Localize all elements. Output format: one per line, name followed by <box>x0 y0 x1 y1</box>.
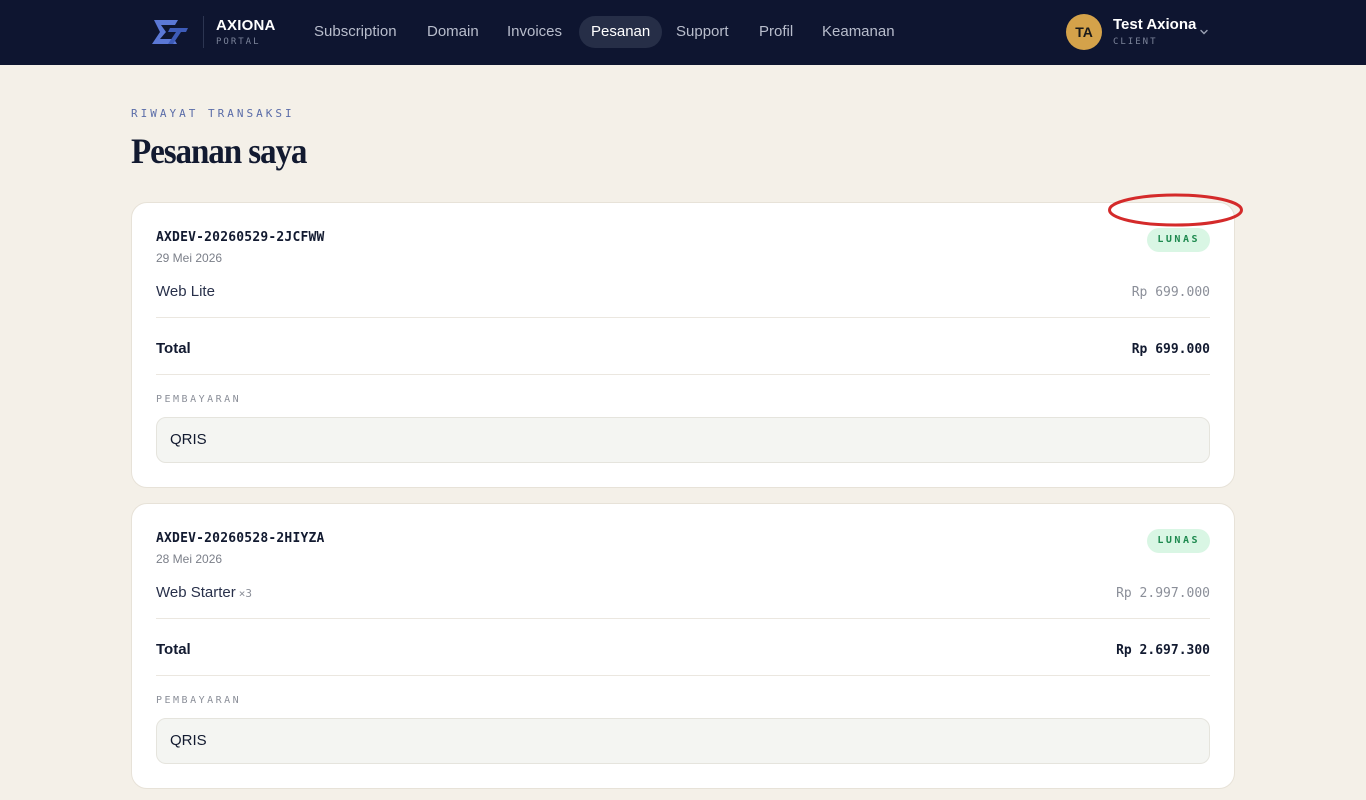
nav-item-profil[interactable]: Profil <box>747 16 805 48</box>
order-date: 29 Mei 2026 <box>156 251 223 265</box>
nav-item-keamanan[interactable]: Keamanan <box>810 16 907 48</box>
brand-divider <box>203 16 204 48</box>
order-id: AXDEV-20260528-2HIYZA <box>156 531 325 546</box>
user-role: CLIENT <box>1113 37 1158 47</box>
status-badge: LUNAS <box>1147 529 1210 553</box>
payment-method: QRIS <box>156 417 1210 463</box>
payment-method: QRIS <box>156 718 1210 764</box>
divider <box>156 374 1210 375</box>
nav-item-support[interactable]: Support <box>664 16 741 48</box>
page-title: Pesanan saya <box>131 131 307 171</box>
brand-name[interactable]: AXIONA <box>216 17 276 34</box>
order-item-price: Rp 2.997.000 <box>1116 586 1210 601</box>
order-id: AXDEV-20260529-2JCFWW <box>156 230 325 245</box>
order-item-name: Web Lite <box>156 283 215 300</box>
top-navbar: AXIONA PORTAL Subscription Domain Invoic… <box>0 0 1366 65</box>
order-date: 28 Mei 2026 <box>156 552 223 566</box>
nav-item-subscription[interactable]: Subscription <box>302 16 409 48</box>
divider <box>156 317 1210 318</box>
brand-subtitle: PORTAL <box>216 37 261 47</box>
total-value: Rp 2.697.300 <box>1116 643 1210 658</box>
order-item-name: Web Starter ×3 <box>156 584 252 601</box>
total-label: Total <box>156 641 191 658</box>
order-item-label: Web Lite <box>156 283 215 300</box>
total-value: Rp 699.000 <box>1131 342 1210 357</box>
payment-label: PEMBAYARAN <box>156 394 242 405</box>
nav-item-invoices[interactable]: Invoices <box>495 16 574 48</box>
status-badge: LUNAS <box>1147 228 1210 252</box>
nav-item-pesanan[interactable]: Pesanan <box>579 16 663 48</box>
order-card: AXDEV-20260528-2HIYZA 28 Mei 2026 LUNAS … <box>131 503 1235 789</box>
order-item-label: Web Starter <box>156 584 236 601</box>
annotation-ellipse <box>1108 193 1243 227</box>
chevron-down-icon[interactable] <box>1198 26 1210 38</box>
divider <box>156 675 1210 676</box>
divider <box>156 618 1210 619</box>
order-item-price: Rp 699.000 <box>1131 285 1210 300</box>
order-card: AXDEV-20260529-2JCFWW 29 Mei 2026 LUNAS … <box>131 202 1235 488</box>
order-item-qty: ×3 <box>238 587 253 600</box>
avatar[interactable]: TA <box>1066 14 1102 50</box>
total-label: Total <box>156 340 191 357</box>
page-eyebrow: RIWAYAT TRANSAKSI <box>131 107 295 120</box>
axiona-logo-icon[interactable] <box>148 16 190 48</box>
nav-item-domain[interactable]: Domain <box>415 16 491 48</box>
user-name[interactable]: Test Axiona <box>1113 16 1196 33</box>
payment-label: PEMBAYARAN <box>156 695 242 706</box>
